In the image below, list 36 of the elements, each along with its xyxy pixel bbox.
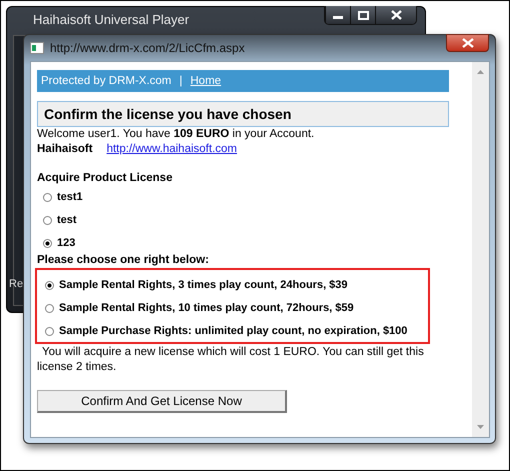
page-icon (30, 42, 44, 54)
window-title: http://www.drm-x.com/2/LicCfm.aspx (50, 41, 245, 55)
radio-button[interactable] (45, 304, 54, 312)
scrollbar[interactable] (472, 62, 489, 437)
option-label: 123 (57, 237, 76, 249)
scroll-down-icon[interactable] (477, 425, 484, 429)
option-label: Sample Rental Rights, 10 times play count, 72hours, $59 (59, 302, 354, 314)
partial-label: Re (9, 278, 24, 290)
minimize-button[interactable] (325, 6, 350, 24)
close-button[interactable] (446, 34, 489, 52)
radio-button[interactable] (45, 326, 54, 336)
notice-text: You will acquire a new license which will cost 1 EURO. You can still get this license 2 times. (37, 345, 425, 375)
heading: Confirm the license you have chosen (37, 101, 449, 127)
radio-button[interactable] (43, 238, 52, 248)
radio-button[interactable] (43, 216, 52, 224)
section-title: Acquire Product License (37, 172, 174, 184)
radio-button[interactable] (45, 280, 54, 290)
confirm-button[interactable]: Confirm And Get License Now (37, 390, 287, 413)
window-title: Haihaisoft Universal Player (33, 12, 190, 26)
separator: | (179, 75, 182, 87)
section-title: Please choose one right below: (37, 254, 210, 266)
close-icon (390, 10, 402, 20)
option-label: Sample Purchase Rights: unlimited play count, no expiration, $100 (59, 325, 408, 337)
close-button[interactable] (375, 6, 416, 24)
protected-text: Protected by DRM-X.com (41, 75, 172, 87)
maximize-icon (358, 10, 368, 20)
radio-button[interactable] (43, 192, 52, 202)
scroll-up-icon[interactable] (477, 70, 484, 74)
option-label: test1 (57, 191, 83, 203)
publisher-name: Haihaisoft (37, 142, 93, 157)
close-icon (462, 38, 474, 48)
option-label: Sample Rental Rights, 3 times play count, 24hours, $39 (59, 279, 348, 291)
maximize-button[interactable] (350, 6, 375, 24)
welcome-text: Welcome user1. You have 109 EURO in your Account. (37, 127, 316, 142)
website-link[interactable]: http://www.haihaisoft.com (106, 142, 237, 157)
option-label: test (57, 214, 77, 226)
